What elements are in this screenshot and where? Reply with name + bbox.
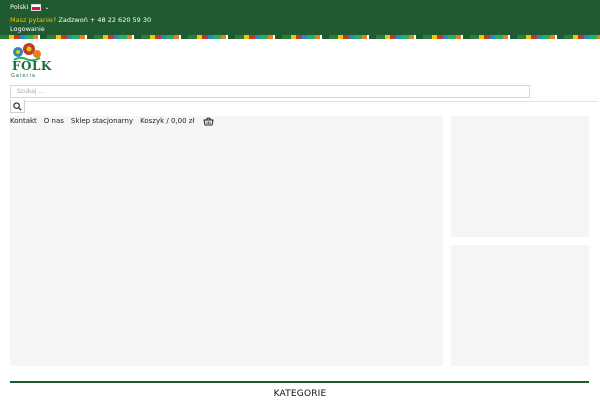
language-switcher[interactable]: Polski ⌄ bbox=[10, 3, 49, 11]
main-nav: Kontakt O nas Sklep stacjonarny Koszyk /… bbox=[10, 116, 215, 126]
search-input[interactable] bbox=[10, 85, 530, 98]
categories-heading: KATEGORIE bbox=[273, 389, 327, 399]
nav-item-sklep[interactable]: Sklep stacjonarny bbox=[71, 117, 133, 125]
logo-title: FOLK bbox=[12, 59, 52, 73]
section-divider bbox=[10, 381, 589, 383]
chevron-down-icon: ⌄ bbox=[44, 3, 50, 11]
side-banner-bottom bbox=[451, 245, 589, 366]
phone-text: Zadzwoń + 48 22 620 59 30 bbox=[58, 16, 152, 24]
cart-link[interactable]: Koszyk / 0,00 zł bbox=[140, 117, 194, 125]
divider bbox=[10, 101, 598, 102]
language-label: Polski bbox=[10, 3, 29, 11]
poland-flag-icon bbox=[31, 3, 42, 11]
basket-icon[interactable] bbox=[203, 116, 215, 126]
logo-subtitle: Galeria bbox=[11, 73, 36, 79]
nav-item-kontakt[interactable]: Kontakt bbox=[10, 117, 37, 125]
main-banner-placeholder bbox=[10, 116, 443, 366]
nav-item-o-nas[interactable]: O nas bbox=[44, 117, 64, 125]
folk-pattern-stripe bbox=[0, 35, 600, 39]
login-link[interactable]: Logowanie bbox=[10, 25, 45, 33]
search-icon bbox=[13, 101, 22, 111]
search-button[interactable] bbox=[10, 100, 25, 113]
side-banner-top bbox=[451, 116, 589, 237]
contact-line: Masz pytanie? Zadzwoń + 48 22 620 59 30 bbox=[10, 16, 151, 24]
ask-question-link[interactable]: Masz pytanie? bbox=[10, 16, 56, 24]
